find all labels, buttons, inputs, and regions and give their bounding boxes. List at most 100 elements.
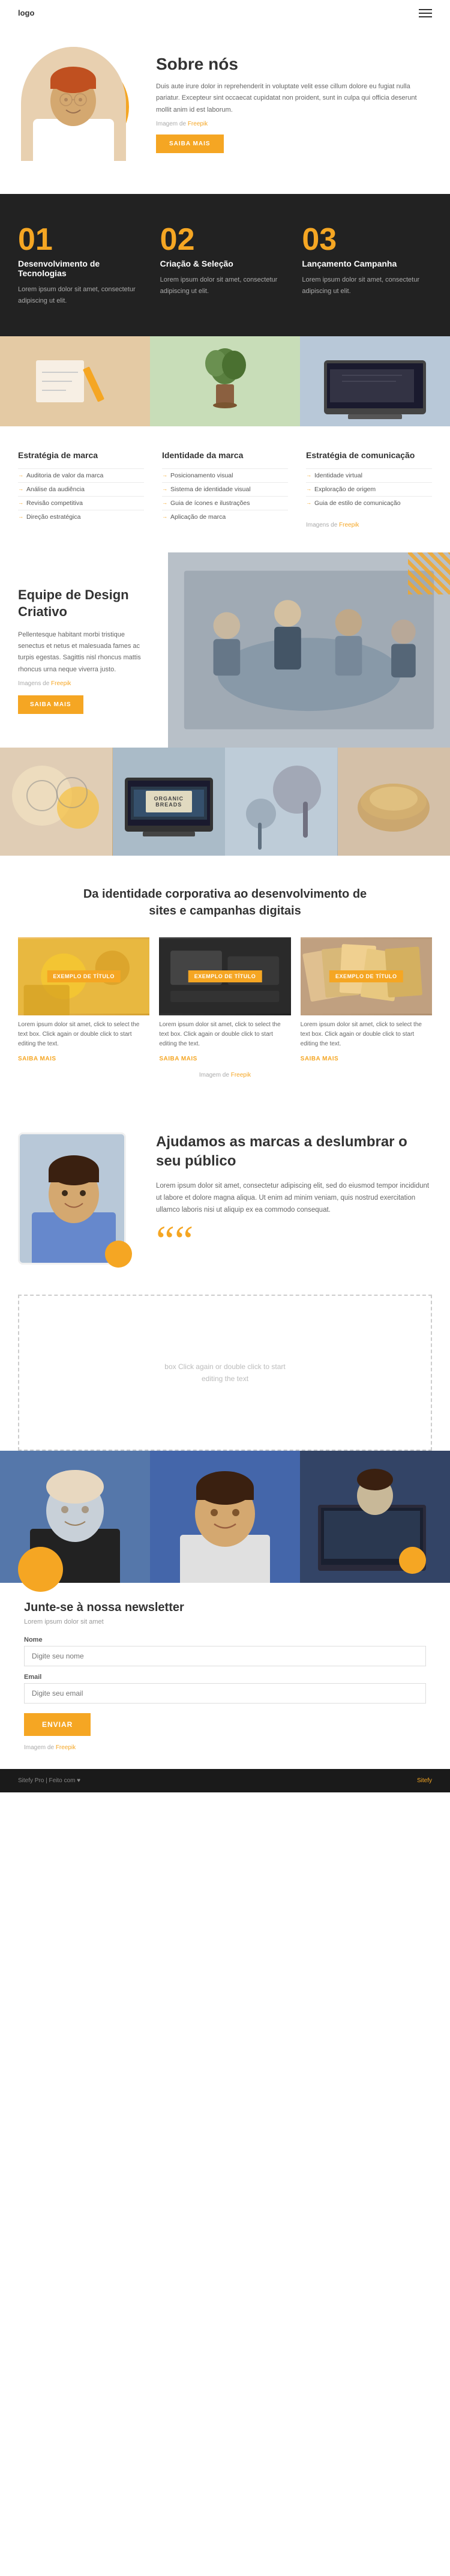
product-photo-3 [225,748,338,856]
quote-mark-icon: ““ [156,1224,432,1258]
strategy-col-3-list: → Identidade virtual → Exploração de ori… [306,468,432,510]
card-3-image: EXEMPLO DE TÍTULO [301,937,432,1015]
card-1-desc: Lorem ipsum dolor sit amet, click to sel… [18,1020,149,1049]
strategy-credit: Imagens de Freepik [306,522,432,528]
hero-credit: Imagem de Freepik [156,121,432,127]
card-3-badge: EXEMPLO DE TÍTULO [329,970,403,982]
digital-cards-row: EXEMPLO DE TÍTULO Lorem ipsum dolor sit … [18,937,432,1063]
name-label: Nome [24,1636,426,1643]
hero-description: Duis aute irure dolor in reprehenderit i… [156,81,432,116]
nl-photo-3 [300,1451,450,1583]
creative-credit-link[interactable]: Freepik [51,680,71,687]
digital-credit-link[interactable]: Freepik [231,1072,251,1078]
hero-image-container [18,44,138,164]
card-2-link[interactable]: SAIBA MAIS [159,1056,197,1062]
email-label: Email [24,1673,426,1681]
list-item: → Auditoria de valor da marca [18,468,144,482]
list-item: → Aplicação de marca [162,510,288,524]
newsletter-photos-row [0,1451,450,1583]
newsletter-form-panel: Junte-se à nossa newsletter Lorem ipsum … [0,1583,450,1769]
brand-portrait-container [18,1132,138,1265]
editable-text-box[interactable]: box Click again or double click to start… [18,1295,432,1451]
list-item: → Sistema de identidade visual [162,482,288,496]
step-3-desc: Lorem ipsum dolor sit amet, consectetur … [302,274,432,297]
strategy-credit-text: Imagens de [306,522,337,528]
creative-cta-button[interactable]: SAIBA MAIS [18,695,83,714]
hero-credit-link[interactable]: Freepik [188,121,208,127]
product-photo-2: ORGANIC BREADS [113,748,226,856]
steps-section: 01 Desenvolvimento de Tecnologias Lorem … [0,194,450,336]
step-3-title: Lançamento Campanha [302,259,432,268]
strategy-col-3-title: Estratégia de comunicação [306,450,432,460]
stripes-decoration [408,552,450,594]
card-1-link[interactable]: SAIBA MAIS [18,1056,56,1062]
footer: Sitefy Pro | Feito com ♥ Sitefy [0,1769,450,1792]
strategy-col-1-title: Estratégia de marca [18,450,144,460]
creative-section: Equipe de Design Criativo Pellentesque h… [0,552,450,748]
strategy-col-3: Estratégia de comunicação → Identidade v… [306,450,432,528]
card-2-badge: EXEMPLO DE TÍTULO [188,970,262,982]
hero-title: Sobre nós [156,55,432,74]
strategy-col-2-title: Identidade da marca [162,450,288,460]
strategy-col-2: Identidade da marca → Posicionamento vis… [162,450,288,528]
brand-section: Ajudamos as marcas a deslumbrar o seu pú… [0,1108,450,1289]
digital-card-1: EXEMPLO DE TÍTULO Lorem ipsum dolor sit … [18,937,149,1063]
step-1-desc: Lorem ipsum dolor sit amet, consectetur … [18,284,148,306]
card-1-badge: EXEMPLO DE TÍTULO [47,970,121,982]
list-item: → Exploração de origem [306,482,432,496]
strategy-col-1: Estratégia de marca → Auditoria de valor… [18,450,144,528]
product-photo-4 [338,748,450,856]
digital-card-3: EXEMPLO DE TÍTULO Lorem ipsum dolor sit … [301,937,432,1063]
newsletter-credit: Imagem de Freepik [24,1744,426,1751]
form-field-name: Nome [24,1636,426,1666]
step-3-number: 03 [302,224,432,255]
name-input[interactable] [24,1646,426,1666]
list-item: → Identidade virtual [306,468,432,482]
nl-photo-2 [150,1451,300,1583]
step-2-number: 02 [160,224,290,255]
card-1-image: EXEMPLO DE TÍTULO [18,937,149,1015]
list-item: → Revisão competitiva [18,496,144,510]
footer-link[interactable]: Sitefy [417,1777,432,1784]
card-2-desc: Lorem ipsum dolor sit amet, click to sel… [159,1020,290,1049]
hamburger-menu[interactable] [419,9,432,17]
photo-1 [0,336,150,426]
step-1-number: 01 [18,224,148,255]
creative-title: Equipe de Design Criativo [18,587,150,621]
strategy-col-2-list: → Posicionamento visual → Sistema de ide… [162,468,288,524]
card-2-image: EXEMPLO DE TÍTULO [159,937,290,1015]
brand-orange-accent [105,1241,132,1268]
services-photos-row [0,336,450,426]
brand-text: Ajudamos as marcas a deslumbrar o seu pú… [156,1132,432,1258]
digital-credit: Imagem de Freepik [18,1072,432,1078]
step-1-title: Desenvolvimento de Tecnologias [18,259,148,278]
strategy-section: Estratégia de marca → Auditoria de valor… [0,426,450,552]
product-display: ORGANIC BREADS [0,748,450,856]
newsletter-credit-link[interactable]: Freepik [56,1744,76,1751]
product-photo-1 [0,748,113,856]
creative-credit: Imagens de Freepik [18,680,150,687]
step-3: 03 Lançamento Campanha Lorem ipsum dolor… [302,224,432,306]
newsletter-subtitle: Lorem ipsum dolor sit amet [24,1618,426,1625]
card-3-link[interactable]: SAIBA MAIS [301,1056,339,1062]
step-2-desc: Lorem ipsum dolor sit amet, consectetur … [160,274,290,297]
digital-card-2: EXEMPLO DE TÍTULO Lorem ipsum dolor sit … [159,937,290,1063]
step-2-title: Criação & Seleção [160,259,290,268]
step-2: 02 Criação & Seleção Lorem ipsum dolor s… [160,224,290,306]
newsletter-section: Junte-se à nossa newsletter Lorem ipsum … [0,1451,450,1769]
editable-text-content: box Click again or double click to start… [153,1361,297,1385]
logo[interactable]: logo [18,8,34,17]
newsletter-title: Junte-se à nossa newsletter [24,1601,426,1615]
photo-2 [150,336,300,426]
newsletter-submit-button[interactable]: ENVIAR [24,1713,91,1736]
hero-text: Sobre nós Duis aute irure dolor in repre… [156,55,432,153]
digital-title: Da identidade corporativa ao desenvolvim… [75,886,375,919]
step-1: 01 Desenvolvimento de Tecnologias Lorem … [18,224,148,306]
strategy-credit-link[interactable]: Freepik [339,522,359,528]
brand-description: Lorem ipsum dolor sit amet, consectetur … [156,1180,432,1216]
hero-credit-text: Imagem de [156,121,186,127]
organic-breads-badge: ORGANIC BREADS [146,791,193,812]
photo-3 [300,336,450,426]
hero-cta-button[interactable]: SAIBA MAIS [156,135,224,153]
email-input[interactable] [24,1683,426,1704]
